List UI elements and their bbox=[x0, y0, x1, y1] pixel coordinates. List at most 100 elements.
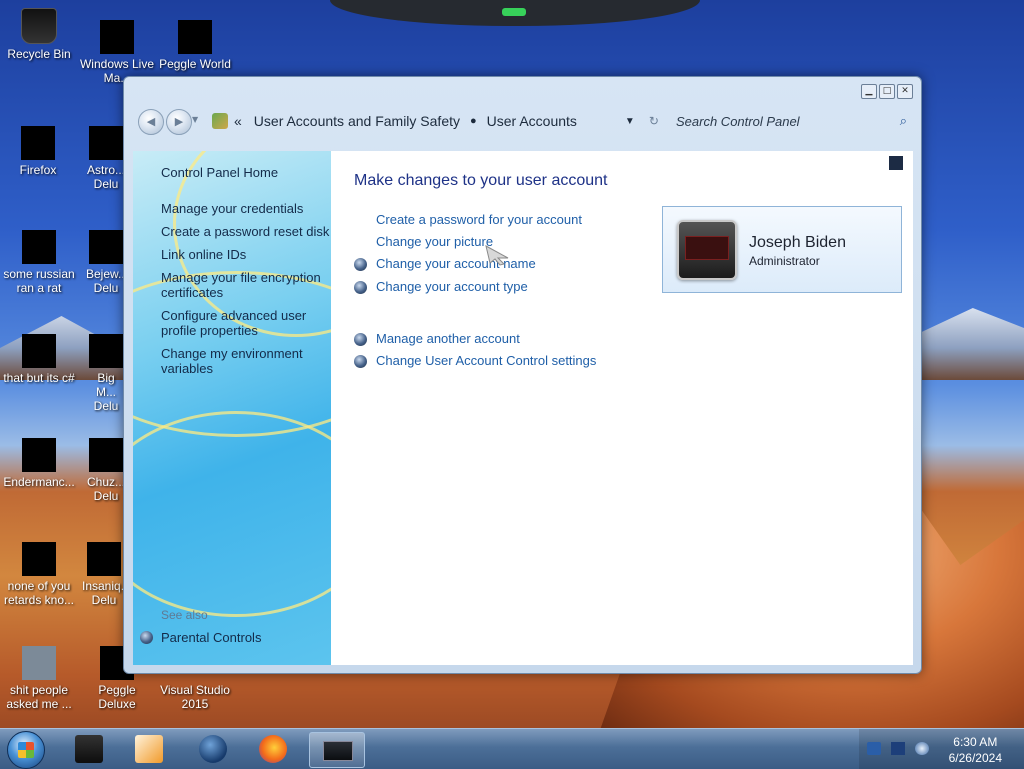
taskbar-item-explorer[interactable] bbox=[62, 732, 116, 766]
desktop-icon-endermanch[interactable]: Endermanc... bbox=[0, 438, 78, 489]
breadcrumb-overflow[interactable]: « bbox=[234, 113, 242, 129]
top-gadget bbox=[330, 0, 700, 26]
desktop-icon-label: shit people asked me ... bbox=[6, 683, 72, 711]
desktop-icon-label: Peggle Deluxe bbox=[98, 683, 136, 711]
app-icon bbox=[89, 334, 123, 368]
search-box[interactable]: ⌕ bbox=[674, 109, 911, 133]
desktop-icon-recycle-bin[interactable]: Recycle Bin bbox=[0, 8, 78, 61]
close-button[interactable]: ✕ bbox=[897, 84, 913, 99]
volume-icon[interactable] bbox=[915, 742, 929, 755]
desktop-icon-bejeweled[interactable]: Bejew... Delu bbox=[86, 230, 129, 295]
desktop-icon-russian-rat[interactable]: some russian ran a rat bbox=[0, 230, 78, 295]
app-icon bbox=[89, 126, 123, 160]
address-bar[interactable]: « User Accounts and Family Safety ● User… bbox=[234, 108, 704, 134]
desktop-icon-label: Bejew... Delu bbox=[86, 267, 129, 295]
desktop-icon-label: Chuz... Delu bbox=[86, 475, 125, 503]
desktop-icon-peggle-world[interactable]: Peggle World bbox=[156, 20, 234, 71]
see-also-title: See also bbox=[161, 608, 208, 622]
action-center-icon[interactable] bbox=[867, 742, 881, 755]
sidebar-item-environment-variables[interactable]: Change my environment variables bbox=[161, 346, 311, 376]
desktop-icon-chuzzle[interactable]: Chuz... Delu bbox=[86, 438, 126, 503]
app-icon bbox=[178, 20, 212, 54]
taskbar-item-media-player[interactable] bbox=[122, 732, 176, 766]
task-change-picture[interactable]: Change your picture bbox=[376, 234, 493, 249]
user-name: Joseph Biden bbox=[749, 234, 846, 251]
breadcrumb-item-user-accounts[interactable]: User Accounts bbox=[487, 113, 577, 129]
avatar[interactable] bbox=[677, 220, 737, 280]
sidebar-item-file-encryption[interactable]: Manage your file encryption certificates bbox=[161, 270, 321, 300]
app-icon bbox=[87, 542, 121, 576]
sidebar-item-advanced-profile[interactable]: Configure advanced user profile properti… bbox=[161, 308, 311, 338]
control-panel-icon bbox=[212, 113, 228, 129]
breadcrumb-separator-icon[interactable]: ● bbox=[470, 115, 477, 127]
folder-icon bbox=[22, 438, 56, 472]
desktop-icon-big-money[interactable]: Big M... Delu bbox=[86, 334, 126, 413]
main-content: Make changes to your user account Create… bbox=[331, 151, 913, 665]
task-manage-another-account[interactable]: Manage another account bbox=[376, 331, 520, 346]
breadcrumb-item-user-accounts-family[interactable]: User Accounts and Family Safety bbox=[254, 113, 460, 129]
sidebar-item-parental-controls[interactable]: Parental Controls bbox=[161, 630, 261, 645]
desktop-icon-label: none of you retards kno... bbox=[3, 579, 75, 607]
forward-button[interactable]: ▶ bbox=[166, 109, 192, 135]
media-player-icon bbox=[135, 735, 163, 763]
desktop-icon-firefox[interactable]: Firefox bbox=[0, 126, 76, 177]
desktop-icon-insaniquarium[interactable]: Insaniq... Delu bbox=[82, 542, 131, 607]
desktop-icon-label: Big M... Delu bbox=[93, 371, 119, 413]
desktop-icon-that-but-its-csharp[interactable]: that but its c# bbox=[0, 334, 78, 385]
network-icon[interactable] bbox=[891, 742, 905, 755]
user-role: Administrator bbox=[749, 254, 820, 268]
shield-icon bbox=[354, 258, 367, 271]
desktop-icon-label: Endermanc... bbox=[3, 475, 75, 489]
desktop-icon-astro[interactable]: Astro... Delu bbox=[86, 126, 126, 191]
search-icon[interactable]: ⌕ bbox=[900, 113, 907, 129]
recycle-bin-icon bbox=[21, 8, 57, 44]
desktop-icon-label: Visual Studio 2015 bbox=[160, 683, 230, 711]
sidebar: Control Panel Home Manage your credentia… bbox=[133, 151, 331, 665]
task-change-account-type[interactable]: Change your account type bbox=[376, 279, 528, 294]
task-change-account-name[interactable]: Change your account name bbox=[376, 256, 536, 271]
desktop-icon-label: Recycle Bin bbox=[7, 47, 71, 61]
desktop-icon-label: some russian ran a rat bbox=[3, 267, 75, 295]
app-icon bbox=[89, 438, 123, 472]
task-uac-settings[interactable]: Change User Account Control settings bbox=[376, 353, 596, 368]
search-input[interactable] bbox=[674, 112, 878, 130]
desktop-icon-label: that but its c# bbox=[3, 371, 75, 385]
sidebar-control-panel-home[interactable]: Control Panel Home bbox=[161, 165, 278, 180]
caption-buttons: ▁ □ ✕ bbox=[861, 84, 913, 99]
control-panel-window-icon bbox=[323, 741, 353, 761]
desktop-icon-label: Astro... Delu bbox=[86, 163, 125, 191]
minimize-button[interactable]: ▁ bbox=[861, 84, 877, 99]
refresh-icon[interactable]: ↻ bbox=[649, 114, 659, 128]
globe-icon bbox=[199, 735, 227, 763]
control-panel-window: ▁ □ ✕ ◀ ▶ ▼ « User Accounts and Family S… bbox=[123, 76, 922, 674]
task-create-password[interactable]: Create a password for your account bbox=[376, 212, 582, 227]
user-account-card: Joseph Biden Administrator bbox=[662, 206, 902, 293]
sidebar-item-link-online-ids[interactable]: Link online IDs bbox=[161, 247, 246, 262]
taskbar-item-control-panel[interactable] bbox=[309, 732, 365, 768]
shield-icon bbox=[354, 281, 367, 294]
file-icon bbox=[22, 334, 56, 368]
desktop-icon-none-of-you[interactable]: none of you retards kno... bbox=[0, 542, 78, 607]
app-icon bbox=[89, 230, 123, 264]
sidebar-item-manage-credentials[interactable]: Manage your credentials bbox=[161, 201, 303, 216]
desktop-icon-label: Peggle World bbox=[159, 57, 231, 71]
maximize-button[interactable]: □ bbox=[879, 84, 895, 99]
back-button[interactable]: ◀ bbox=[138, 109, 164, 135]
clock[interactable]: 6:30 AM 6/26/2024 bbox=[949, 734, 1002, 766]
address-dropdown-icon[interactable]: ▼ bbox=[625, 116, 635, 127]
file-icon bbox=[22, 542, 56, 576]
history-dropdown-icon[interactable]: ▼ bbox=[192, 115, 198, 124]
file-icon bbox=[22, 646, 56, 680]
shield-icon bbox=[354, 355, 367, 368]
navigation-bar: ◀ ▶ ▼ « User Accounts and Family Safety … bbox=[134, 104, 909, 138]
taskbar-item-globe[interactable] bbox=[186, 732, 240, 766]
windows-logo-icon bbox=[18, 742, 34, 758]
clock-date: 6/26/2024 bbox=[948, 751, 1002, 765]
system-tray: 6:30 AM 6/26/2024 bbox=[859, 729, 1024, 769]
desktop-icon-shit-people[interactable]: shit people asked me ... bbox=[0, 646, 78, 711]
help-icon[interactable] bbox=[889, 156, 903, 170]
sidebar-item-password-reset-disk[interactable]: Create a password reset disk bbox=[161, 224, 329, 239]
taskbar: 6:30 AM 6/26/2024 bbox=[0, 728, 1024, 769]
taskbar-item-firefox[interactable] bbox=[246, 732, 300, 766]
start-button[interactable] bbox=[7, 731, 45, 769]
